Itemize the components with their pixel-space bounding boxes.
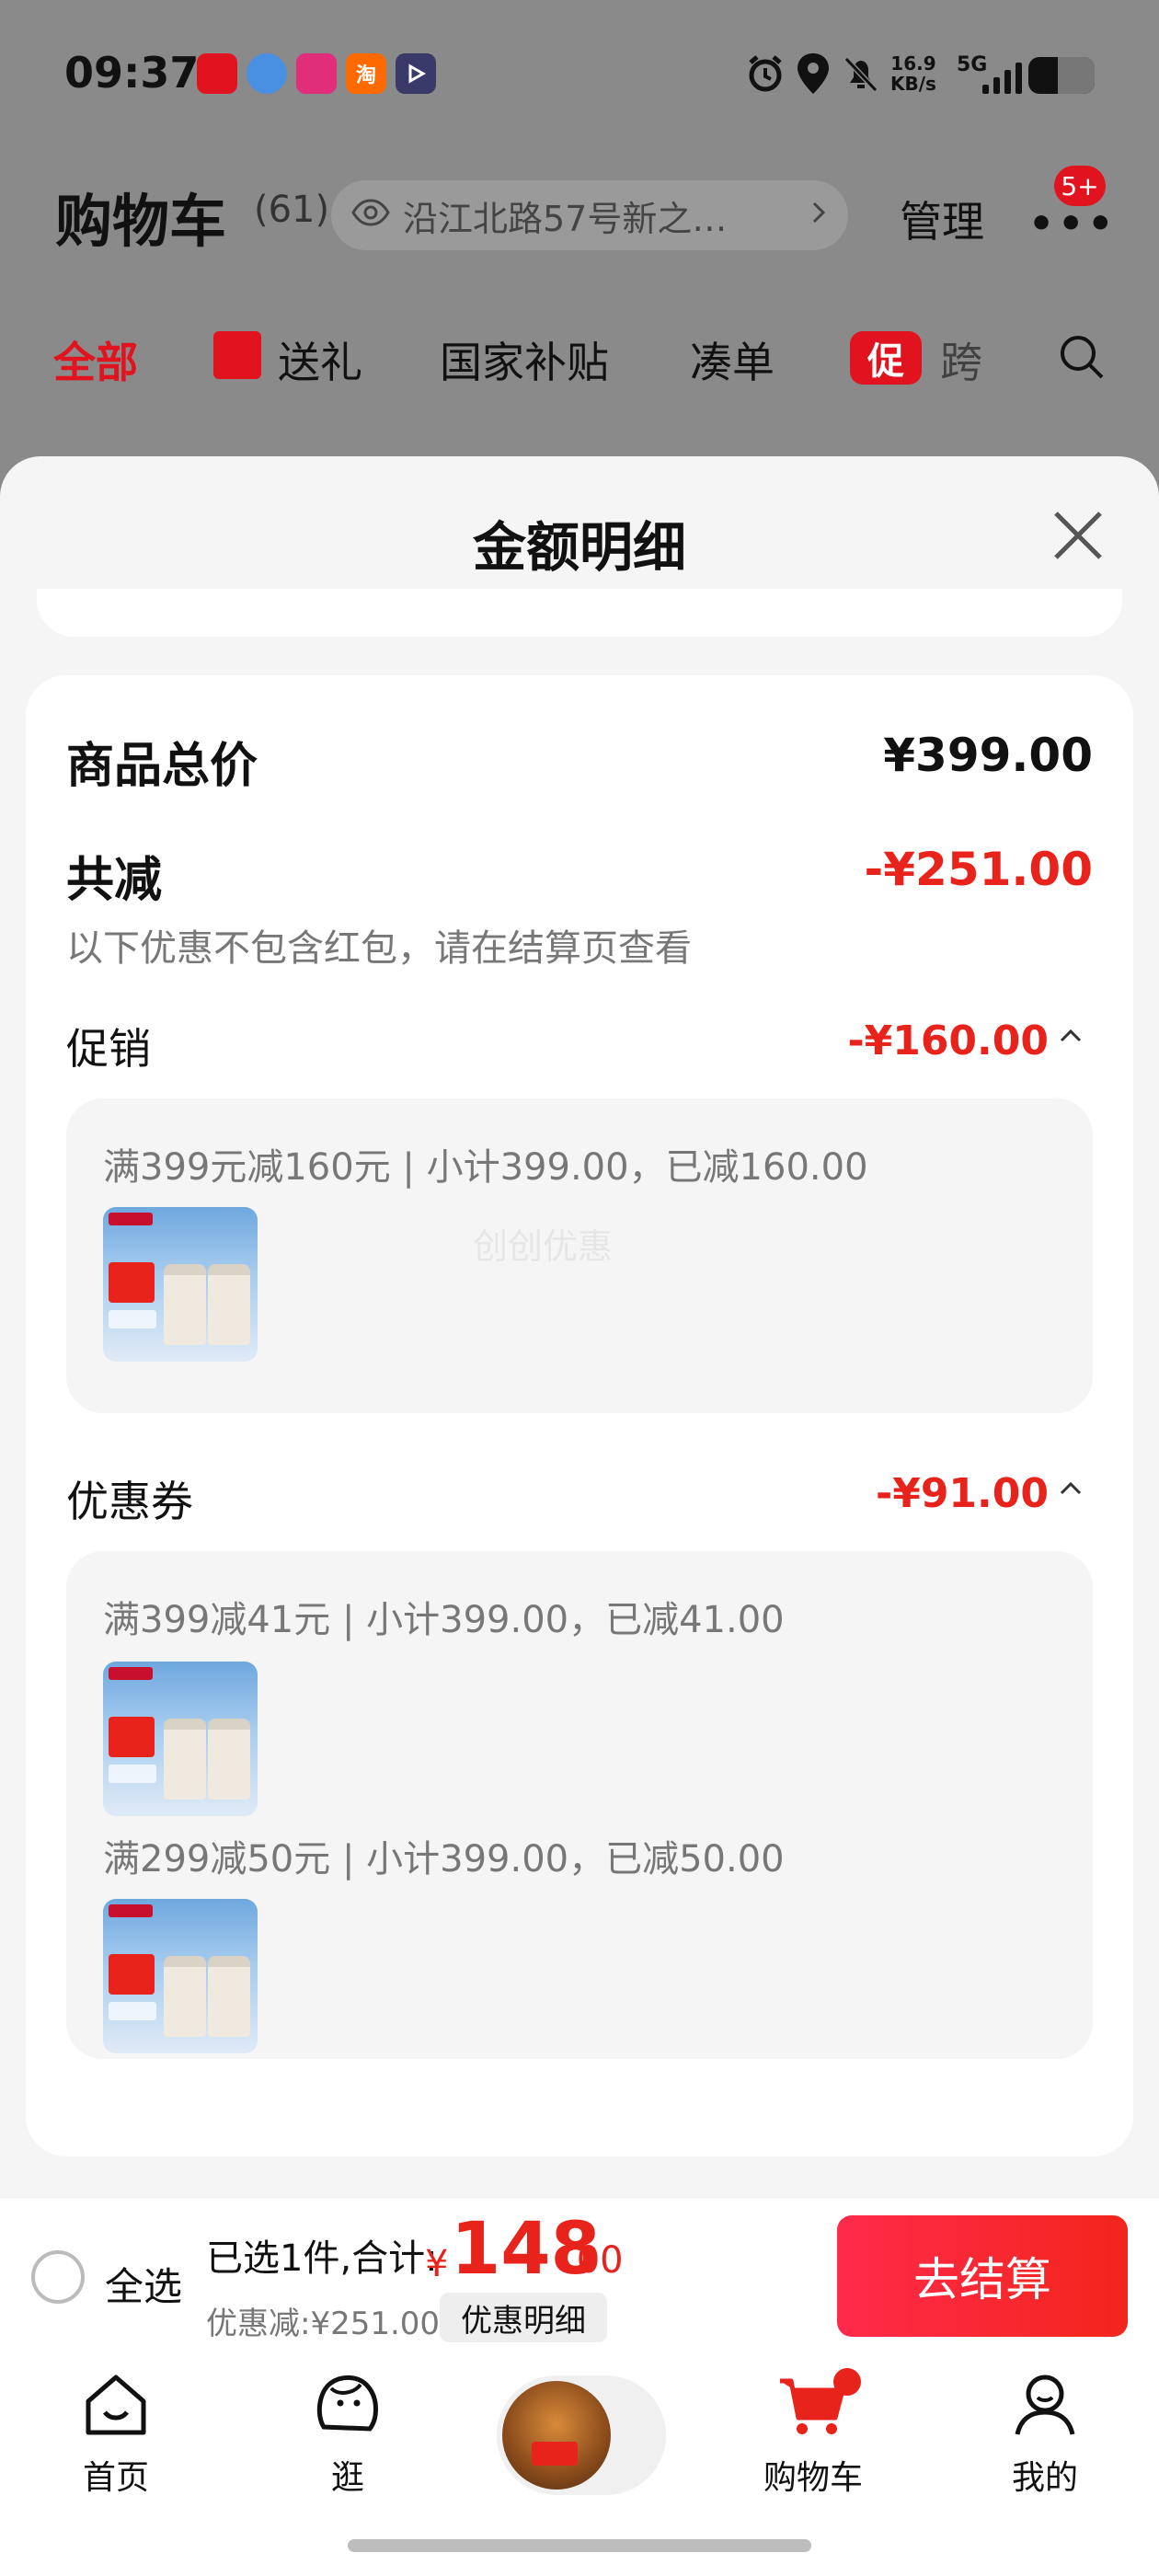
coupon-rule: 满399减41元 | 小计399.00，已减41.00 xyxy=(103,1599,785,1641)
chevron-up-icon[interactable] xyxy=(1058,1021,1084,1053)
promo-amount[interactable]: -¥160.00 xyxy=(736,1018,1049,1064)
close-icon[interactable] xyxy=(1050,508,1106,563)
discount-info: 优惠减:¥251.00 xyxy=(206,2306,441,2342)
status-time: 09:37 xyxy=(64,48,200,98)
nav-label: 我的 xyxy=(1011,2459,1078,2497)
sheet-title: 金额明细 xyxy=(472,516,686,579)
page-title: 购物车 xyxy=(55,188,227,255)
signal-icon xyxy=(982,57,1023,94)
battery-icon xyxy=(1028,57,1095,94)
jd-app-icon xyxy=(197,53,237,94)
eye-icon xyxy=(351,197,390,235)
location-icon xyxy=(795,52,832,99)
product-thumbnail[interactable] xyxy=(103,1899,258,2053)
net-speed-value: 16.9 xyxy=(890,52,936,75)
tab-cross-border[interactable]: 跨 xyxy=(940,329,982,390)
nav-browse[interactable]: 逛 xyxy=(265,2368,430,2499)
chevron-right-icon xyxy=(809,198,828,233)
mute-bell-icon xyxy=(841,53,881,98)
nav-label: 首页 xyxy=(82,2459,149,2497)
profile-icon xyxy=(1008,2368,1082,2442)
watermark: 创创优惠 xyxy=(473,1226,614,1267)
nav-profile[interactable]: 我的 xyxy=(962,2368,1128,2499)
selected-info: 已选1件,合计: xyxy=(206,2237,438,2280)
currency-symbol: ¥ xyxy=(425,2243,449,2285)
total-value: ¥399.00 xyxy=(883,729,1093,782)
total-decimal: .00 xyxy=(565,2239,624,2282)
checkout-button[interactable]: 去结算 xyxy=(837,2215,1128,2337)
mascot-icon[interactable] xyxy=(502,2381,611,2490)
product-thumbnail[interactable] xyxy=(103,1662,258,1816)
promo-icon: 促 xyxy=(850,331,922,385)
nav-home[interactable]: 首页 xyxy=(33,2368,199,2499)
reduce-value: -¥251.00 xyxy=(864,843,1094,896)
manage-button[interactable]: 管理 xyxy=(900,189,984,249)
video-app-icon xyxy=(396,53,436,94)
discount-detail-button[interactable]: 优惠明细 xyxy=(440,2293,607,2342)
tab-gift[interactable]: 送礼 xyxy=(278,329,362,390)
tab-national-subsidy[interactable]: 国家补贴 xyxy=(440,329,609,390)
taobao-app-icon: 淘 xyxy=(346,53,386,94)
coupon-rule: 满299减50元 | 小计399.00，已减50.00 xyxy=(103,1838,785,1880)
cart-count: (61) xyxy=(254,189,330,231)
cart-notification-dot xyxy=(833,2368,861,2396)
browse-icon xyxy=(311,2368,384,2442)
promo-rule: 满399元减160元 | 小计399.00，已减160.00 xyxy=(103,1146,868,1189)
assistant-app-icon xyxy=(247,53,287,94)
nav-label: 逛 xyxy=(330,2459,364,2497)
net-speed-unit: KB/s xyxy=(890,73,936,95)
pinduoduo-app-icon xyxy=(296,53,337,94)
address-selector[interactable]: 沿江北路57号新之… xyxy=(331,180,848,250)
coupon-amount[interactable]: -¥91.00 xyxy=(736,1470,1049,1517)
select-all-checkbox[interactable] xyxy=(31,2250,85,2304)
status-bar: 09:37 淘 16.9 KB/s 5G xyxy=(0,0,1159,156)
nav-cart[interactable]: 购物车 xyxy=(730,2368,896,2499)
search-icon[interactable] xyxy=(1058,333,1106,381)
more-badge: 5+ xyxy=(1054,166,1106,206)
more-icon[interactable]: ••• xyxy=(1028,201,1117,247)
home-indicator[interactable] xyxy=(348,2539,811,2552)
net-speed: 16.9 KB/s xyxy=(890,53,936,94)
product-thumbnail[interactable] xyxy=(103,1207,258,1362)
coupon-label: 优惠券 xyxy=(66,1477,193,1526)
nav-label: 购物车 xyxy=(763,2459,863,2497)
previous-card-edge xyxy=(37,589,1122,637)
mascot-badge xyxy=(532,2442,578,2466)
alarm-icon xyxy=(745,53,786,98)
chevron-up-icon[interactable] xyxy=(1058,1474,1084,1506)
address-text: 沿江北路57号新之… xyxy=(403,198,728,239)
total-label: 商品总价 xyxy=(66,739,258,794)
promo-label: 促销 xyxy=(66,1024,151,1074)
reduce-label: 共减 xyxy=(66,853,163,908)
reduce-note: 以下优惠不包含红包，请在结算页查看 xyxy=(66,927,692,970)
tab-all[interactable]: 全部 xyxy=(53,329,138,390)
select-all-label[interactable]: 全选 xyxy=(105,2256,182,2312)
gift-icon xyxy=(213,331,261,379)
tab-bundle[interactable]: 凑单 xyxy=(690,329,775,390)
home-icon xyxy=(79,2368,153,2442)
